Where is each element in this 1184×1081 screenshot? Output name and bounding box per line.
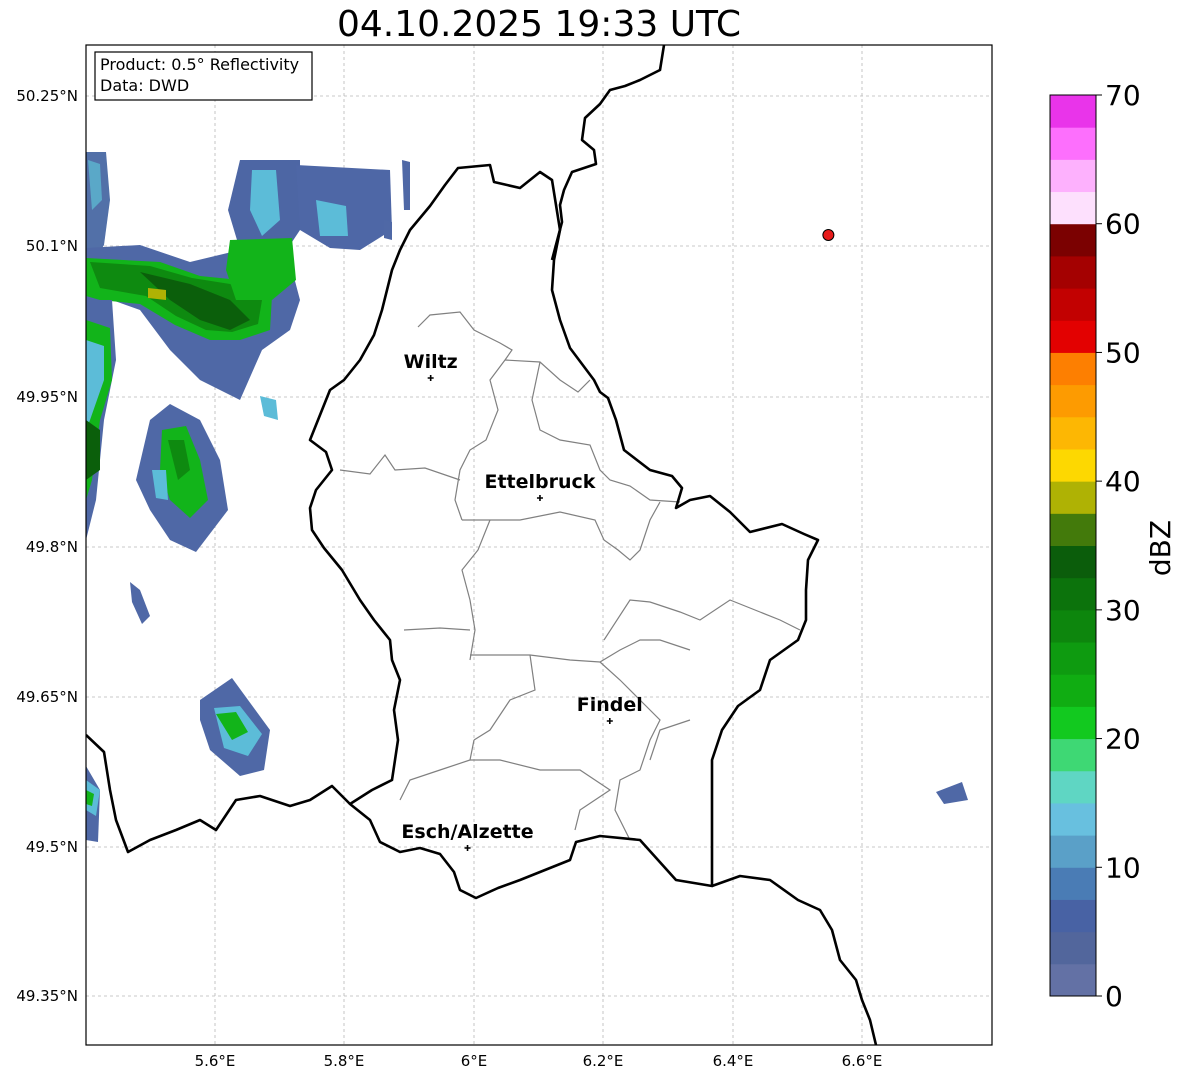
city-label: Esch/Alzette bbox=[401, 821, 533, 843]
colorbar-tick-label: 0 bbox=[1105, 980, 1123, 1013]
map-background bbox=[86, 45, 992, 1045]
city-label: Findel bbox=[577, 694, 643, 716]
colorbar-segment bbox=[1050, 577, 1096, 611]
colorbar-segment bbox=[1050, 320, 1096, 353]
colorbar-tick-label: 40 bbox=[1105, 465, 1141, 498]
lon-tick-label: 6.4°E bbox=[713, 1052, 754, 1070]
lat-tick-label: 49.65°N bbox=[16, 688, 78, 706]
colorbar-segment bbox=[1050, 674, 1096, 707]
lat-tick-label: 50.1°N bbox=[26, 237, 78, 255]
city-label: Wiltz bbox=[404, 351, 458, 373]
colorbar-segment bbox=[1050, 127, 1096, 160]
colorbar-segment bbox=[1050, 931, 1096, 965]
lat-tick-label: 49.8°N bbox=[26, 538, 78, 556]
colorbar-segment bbox=[1050, 642, 1096, 675]
radar-map: Wiltz Ettelbruck Findel Esch/Alzette Produc… bbox=[16, 44, 1177, 1070]
colorbar-segment bbox=[1050, 481, 1096, 514]
colorbar-tick-label: 50 bbox=[1105, 336, 1141, 369]
colorbar-tick-label: 60 bbox=[1105, 208, 1141, 241]
colorbar-tick-label: 70 bbox=[1105, 79, 1141, 112]
colorbar-segment bbox=[1050, 770, 1096, 804]
radar-site-marker bbox=[822, 229, 835, 241]
colorbar-segment bbox=[1050, 706, 1096, 740]
colorbar-segment bbox=[1050, 191, 1096, 225]
lon-tick-label: 6.2°E bbox=[583, 1052, 624, 1070]
colorbar-segment bbox=[1050, 609, 1096, 643]
colorbar-segment bbox=[1050, 835, 1096, 868]
info-box: Product: 0.5° Reflectivity Data: DWD bbox=[94, 51, 313, 101]
info-product: Product: 0.5° Reflectivity bbox=[100, 55, 299, 74]
city-label: Ettelbruck bbox=[484, 471, 595, 493]
colorbar-tick-label: 20 bbox=[1105, 723, 1141, 756]
lat-tick-label: 49.5°N bbox=[26, 838, 78, 856]
lat-tick-label: 50.25°N bbox=[16, 87, 78, 105]
colorbar-segment bbox=[1050, 255, 1096, 289]
colorbar-segment bbox=[1050, 384, 1096, 418]
colorbar-tick-label: 30 bbox=[1105, 594, 1141, 627]
colorbar-segment bbox=[1050, 288, 1096, 321]
colorbar-label: dBZ bbox=[1144, 520, 1177, 576]
lat-axis: 50.25°N 50.1°N 49.95°N 49.8°N 49.65°N 49… bbox=[16, 87, 78, 1005]
colorbar-segment bbox=[1050, 867, 1096, 900]
colorbar-segment bbox=[1050, 802, 1096, 836]
colorbar-segment bbox=[1050, 159, 1096, 193]
colorbar-segment bbox=[1050, 513, 1096, 546]
lat-tick-label: 49.95°N bbox=[16, 388, 78, 406]
colorbar-segment bbox=[1050, 416, 1096, 450]
colorbar: 0 10 20 30 40 50 60 70 dBZ bbox=[1049, 79, 1177, 1013]
info-data-source: Data: DWD bbox=[100, 76, 189, 95]
colorbar-tick-label: 10 bbox=[1105, 851, 1141, 884]
colorbar-segment bbox=[1050, 963, 1096, 997]
colorbar-segment bbox=[1050, 738, 1096, 772]
colorbar-segments bbox=[1050, 95, 1096, 997]
colorbar-segment bbox=[1050, 545, 1096, 579]
lon-tick-label: 5.6°E bbox=[195, 1052, 236, 1070]
colorbar-segment bbox=[1050, 223, 1096, 257]
colorbar-segment bbox=[1050, 95, 1096, 128]
lon-tick-label: 6°E bbox=[461, 1052, 488, 1070]
lat-tick-label: 49.35°N bbox=[16, 987, 78, 1005]
colorbar-ticks: 0 10 20 30 40 50 60 70 bbox=[1096, 79, 1141, 1013]
lon-tick-label: 6.6°E bbox=[842, 1052, 883, 1070]
colorbar-segment bbox=[1050, 899, 1096, 933]
colorbar-segment bbox=[1050, 352, 1096, 386]
colorbar-segment bbox=[1050, 448, 1096, 482]
lon-axis: 5.6°E 5.8°E 6°E 6.2°E 6.4°E 6.6°E bbox=[195, 1052, 883, 1070]
lon-tick-label: 5.8°E bbox=[324, 1052, 365, 1070]
